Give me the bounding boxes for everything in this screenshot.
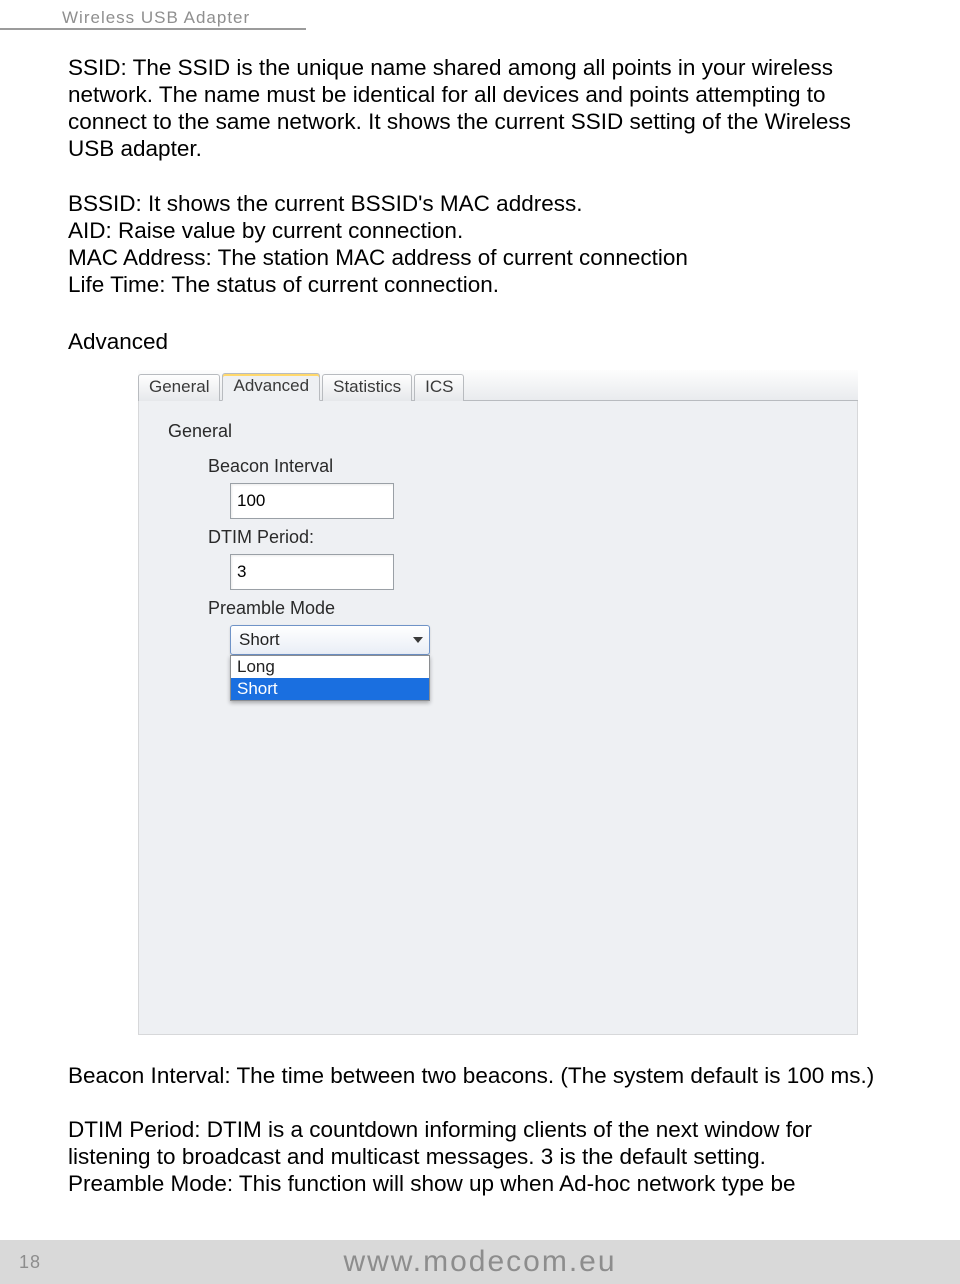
- dropdown-preamble-list: Long Short: [230, 655, 430, 701]
- dropdown-preamble: Short Long Short: [230, 625, 430, 701]
- tab-advanced[interactable]: Advanced: [222, 373, 320, 401]
- heading-advanced: Advanced: [68, 328, 900, 355]
- settings-panel: General Advanced Statistics ICS General …: [138, 370, 858, 1035]
- field-beacon-interval: Beacon Interval: [208, 456, 828, 519]
- footer-url: www.modecom.eu: [60, 1245, 960, 1279]
- paragraph-mac: MAC Address: The station MAC address of …: [68, 244, 900, 271]
- panel-body: General Beacon Interval DTIM Period: Pre…: [138, 401, 858, 729]
- footer: 18 www.modecom.eu: [0, 1240, 960, 1284]
- paragraph-lifetime: Life Time: The status of current connect…: [68, 271, 900, 298]
- dropdown-option-short[interactable]: Short: [231, 678, 429, 700]
- header-rule: [0, 28, 306, 30]
- group-title-general: General: [168, 421, 828, 442]
- tab-ics[interactable]: ICS: [414, 374, 464, 401]
- page-number: 18: [0, 1252, 60, 1273]
- paragraph-bssid: BSSID: It shows the current BSSID's MAC …: [68, 190, 900, 217]
- dropdown-selected-text: Short: [239, 630, 280, 650]
- tab-bar: General Advanced Statistics ICS: [138, 370, 858, 401]
- tab-statistics[interactable]: Statistics: [322, 374, 412, 401]
- paragraph-dtim-period: DTIM Period: DTIM is a countdown informi…: [68, 1116, 900, 1170]
- header-title: Wireless USB Adapter: [62, 8, 250, 28]
- chevron-down-icon: [413, 637, 423, 643]
- dropdown-preamble-button[interactable]: Short: [230, 625, 430, 655]
- input-beacon-interval[interactable]: [230, 483, 394, 519]
- label-preamble-mode: Preamble Mode: [208, 598, 828, 619]
- paragraph-beacon-interval: Beacon Interval: The time between two be…: [68, 1062, 900, 1089]
- input-dtim-period[interactable]: [230, 554, 394, 590]
- paragraph-aid: AID: Raise value by current connection.: [68, 217, 900, 244]
- tab-general[interactable]: General: [138, 374, 220, 401]
- paragraph-ssid: SSID: The SSID is the unique name shared…: [68, 54, 900, 162]
- field-preamble-mode: Preamble Mode Short Long Short: [208, 598, 828, 701]
- dropdown-option-long[interactable]: Long: [231, 656, 429, 678]
- label-dtim-period: DTIM Period:: [208, 527, 828, 548]
- field-dtim-period: DTIM Period:: [208, 527, 828, 590]
- label-beacon-interval: Beacon Interval: [208, 456, 828, 477]
- paragraph-preamble-mode: Preamble Mode: This function will show u…: [68, 1170, 900, 1197]
